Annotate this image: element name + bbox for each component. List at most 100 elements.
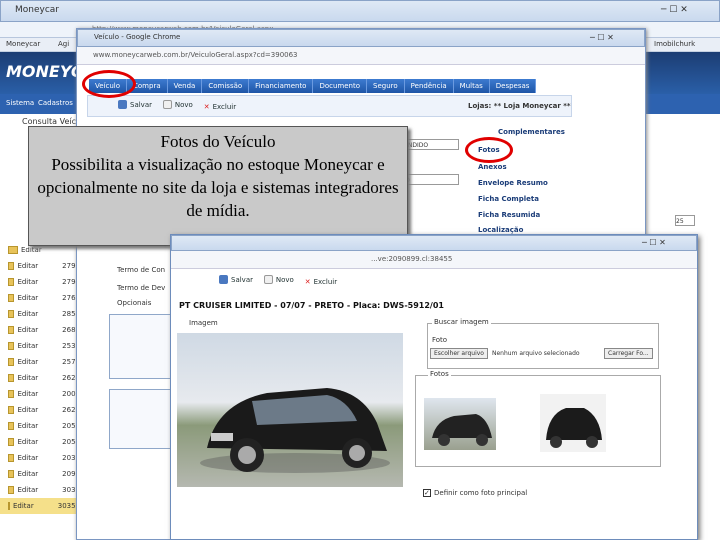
list-item[interactable]: Editar 2573 — [0, 354, 80, 370]
edit-link[interactable]: Editar — [13, 502, 34, 510]
delete-button[interactable]: ✕ Excluir — [305, 278, 337, 286]
edit-link[interactable]: Editar — [17, 374, 38, 382]
folder-icon — [8, 246, 18, 254]
save-button[interactable]: Salvar — [118, 100, 152, 109]
edit-link[interactable]: Editar — [17, 262, 38, 270]
window-controls[interactable]: ─ ☐ ✕ — [661, 5, 688, 15]
edit-link[interactable]: Editar — [17, 310, 38, 318]
tab-9[interactable]: Despesas — [489, 79, 537, 93]
window-controls[interactable]: ─ ☐ ✕ — [642, 238, 666, 247]
tab-7[interactable]: Pendência — [404, 79, 454, 93]
save-label: Salvar — [130, 100, 152, 109]
tab-6[interactable]: Seguro — [367, 79, 405, 93]
edit-link[interactable]: Editar — [21, 246, 53, 254]
list-item[interactable]: Editar 2054 — [0, 434, 80, 450]
delete-label: Excluir — [313, 278, 338, 286]
edit-link[interactable]: Editar — [17, 406, 38, 414]
photos-window: ─ ☐ ✕ ...ve:2090899.cl:38455 Salvar Novo… — [170, 234, 698, 540]
edit-link[interactable]: Editar — [17, 470, 38, 478]
upload-button[interactable]: Carregar Fo... — [604, 348, 653, 359]
folder-icon — [8, 406, 15, 414]
edit-link[interactable]: Editar — [17, 342, 38, 350]
delete-icon: ✕ — [304, 278, 311, 286]
folder-icon — [8, 422, 15, 430]
folder-icon — [8, 278, 15, 286]
bookmark-right[interactable]: Imobilchurk — [654, 40, 695, 48]
tab-4[interactable]: Financiamento — [249, 79, 314, 93]
list-item[interactable]: Editar 2539 — [0, 338, 80, 354]
window-controls[interactable]: ─ ☐ ✕ — [590, 33, 614, 42]
edit-link[interactable]: Editar — [17, 486, 38, 494]
thumbnail-2[interactable] — [540, 394, 606, 452]
choose-file-button[interactable]: Escolher arquivo — [430, 348, 488, 359]
nav-cadastros[interactable]: Cadastros — [38, 99, 73, 107]
image-legend: Imagem — [189, 319, 218, 327]
side-box — [109, 314, 179, 379]
list-item[interactable]: Editar 2685 — [0, 322, 80, 338]
vehicle-heading: PT CRUISER LIMITED - 07/07 - PRETO - Pla… — [179, 301, 444, 310]
save-label: Salvar — [231, 275, 253, 284]
model-select[interactable]: MO — [399, 174, 459, 185]
folder-icon — [8, 342, 15, 350]
tab-5[interactable]: Documento — [313, 79, 368, 93]
folder-icon — [8, 374, 15, 382]
bookmark-moneycar[interactable]: Moneycar — [6, 40, 40, 48]
folder-icon — [8, 486, 15, 494]
list-item[interactable]: Editar 2093 — [0, 466, 80, 482]
highlight-fotos-menu — [465, 137, 513, 163]
edit-link[interactable]: Editar — [17, 294, 38, 302]
tab-3[interactable]: Comissão — [202, 79, 250, 93]
page-size-select[interactable]: 25 — [675, 215, 695, 226]
tab-8[interactable]: Multas — [453, 79, 490, 93]
new-button[interactable]: Novo — [162, 100, 193, 109]
side-label-1: Termo de Con — [117, 266, 166, 274]
side-label-3: Opcionais — [117, 299, 152, 307]
edit-link[interactable]: Editar — [17, 422, 38, 430]
list-item[interactable]: Editar 2620 — [0, 402, 80, 418]
edit-link[interactable]: Editar — [17, 438, 38, 446]
photos-legend: Fotos — [428, 370, 451, 378]
menu-item-envelope[interactable]: Envelope Resumo — [478, 179, 548, 187]
menu-item-ficha-resumida[interactable]: Ficha Resumida — [478, 211, 540, 219]
folder-icon — [8, 438, 15, 446]
nav-sistema[interactable]: Sistema — [6, 99, 34, 107]
list-item[interactable]: Editar 30359 — [0, 498, 80, 514]
new-button[interactable]: Novo — [263, 275, 294, 284]
list-item[interactable]: Editar 2854 — [0, 306, 80, 322]
list-item[interactable]: Editar 2767 — [0, 290, 80, 306]
list-item[interactable]: Editar 2000 — [0, 386, 80, 402]
new-icon — [263, 275, 273, 284]
photos-url[interactable]: ...ve:2090899.cl:38455 — [371, 255, 452, 263]
folder-icon — [8, 454, 15, 462]
menu-item-localizacao[interactable]: Localização — [478, 226, 523, 234]
save-button[interactable]: Salvar — [219, 275, 253, 284]
tab-2[interactable]: Venda — [167, 79, 203, 93]
edit-link[interactable]: Editar — [17, 278, 38, 286]
status-select[interactable]: VENDIDO — [399, 139, 459, 150]
main-photo-option[interactable]: ✓ Definir como foto principal — [423, 489, 527, 497]
main-photo-label: Definir como foto principal — [434, 489, 528, 497]
edit-link[interactable]: Editar — [17, 358, 38, 366]
folder-icon — [8, 262, 15, 270]
list-item[interactable]: Editar 2038 — [0, 450, 80, 466]
edit-link[interactable]: Editar — [17, 390, 38, 398]
menu-item-complementares[interactable]: Complementares — [498, 128, 565, 136]
side-box-2 — [109, 389, 179, 449]
menu-item-anexos[interactable]: Anexos — [478, 163, 507, 171]
checkbox-icon[interactable]: ✓ — [423, 489, 431, 497]
vehicle-url[interactable]: www.moneycarweb.com.br/VeiculoGeral.aspx… — [93, 51, 298, 59]
folder-icon — [8, 358, 15, 366]
edit-link[interactable]: Editar — [17, 326, 38, 334]
folder-icon — [8, 470, 15, 478]
list-item[interactable]: Editar 2624 — [0, 370, 80, 386]
menu-item-ficha-completa[interactable]: Ficha Completa — [478, 195, 539, 203]
bookmark-agi[interactable]: Agi — [58, 40, 69, 48]
list-item[interactable]: Editar 2794 — [0, 274, 80, 290]
edit-link[interactable]: Editar — [17, 454, 38, 462]
photos-urlbar: ...ve:2090899.cl:38455 — [171, 251, 697, 269]
list-item[interactable]: Editar 2055 — [0, 418, 80, 434]
delete-button[interactable]: ✕ Excluir — [204, 103, 236, 111]
thumbnail-1[interactable] — [424, 398, 496, 450]
list-item[interactable]: Editar 3033 — [0, 482, 80, 498]
list-item[interactable]: Editar 2797 — [0, 258, 80, 274]
